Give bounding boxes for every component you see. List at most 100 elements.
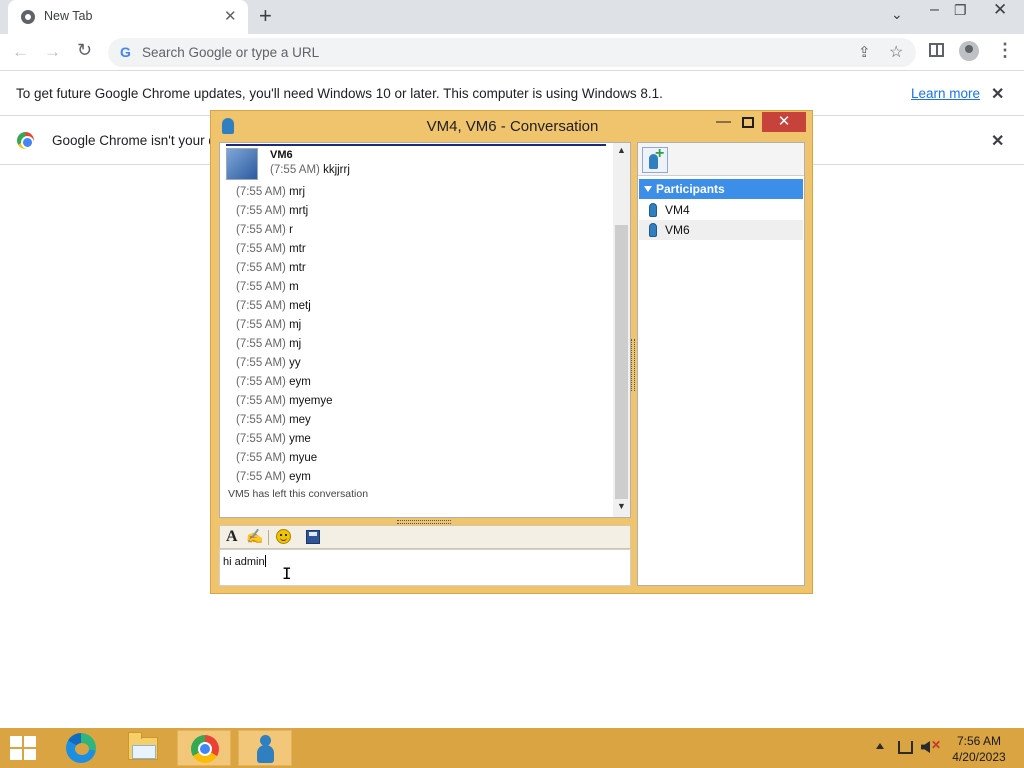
scroll-thumb[interactable] [615,225,628,499]
system-clock[interactable]: 7:56 AM 4/20/2023 [946,733,1012,765]
plus-icon: + [655,145,665,162]
message-input-text[interactable]: hi admin [223,555,266,568]
message-text: mj [289,319,302,331]
message-text: myemye [289,395,333,407]
message-text: mtr [289,243,306,255]
message-time: (7:55 AM) [270,164,320,176]
tab-search-chevron-icon[interactable]: ⌄ [891,6,903,23]
browser-close-button[interactable]: ✕ [993,0,1007,20]
edge-icon [66,733,96,763]
system-message: VM5 has left this conversation [228,488,369,500]
participants-header[interactable]: Participants [639,179,803,199]
volume-icon[interactable] [921,741,930,753]
participant-row[interactable]: VM6 [639,220,803,240]
windows-logo-pane [24,749,36,760]
taskbar-chrome[interactable] [177,730,231,766]
message-row: (7:55 AM) metj [236,299,596,318]
tab-close-icon[interactable]: ✕ [224,7,237,25]
message-time: (7:55 AM) [236,338,286,350]
forward-arrow-icon[interactable]: → [44,42,61,62]
font-color-icon[interactable]: ✍ [246,528,263,545]
message-time: (7:55 AM) [236,281,286,293]
conversation-close-button[interactable]: ✕ [762,112,806,132]
message-row: (7:55 AM) mey [236,413,596,432]
message-text: yy [289,357,301,369]
format-toolbar: A ✍ [219,525,631,549]
emoticon-icon[interactable] [276,529,291,544]
horizontal-splitter-grip[interactable] [397,520,451,524]
toolbar-separator [268,530,269,545]
learn-more-link[interactable]: Learn more [911,86,980,101]
scroll-up-arrow-icon[interactable]: ▲ [617,145,626,155]
update-infobar-text: To get future Google Chrome updates, you… [16,86,663,101]
browser-toolbar: ← → ↻ G Search Google or type a URL ⇪ ☆ [0,34,1024,71]
chat-scrollbar[interactable]: ▲ ▼ [613,143,630,517]
message-time: (7:55 AM) [236,205,286,217]
chrome-icon [191,735,219,763]
message-row: (7:55 AM) mrj [236,185,596,204]
message-text: m [289,281,299,293]
message-text: myue [289,452,318,464]
share-icon[interactable]: ⇪ [858,43,871,61]
taskbar-edge[interactable] [54,730,108,766]
message-row: (7:55 AM) eym [236,470,596,489]
message-text: mtr [289,262,306,274]
vertical-splitter-grip[interactable] [631,339,635,391]
clock-date: 4/20/2023 [952,750,1006,764]
message-text: mrtj [289,205,309,217]
clock-time: 7:56 AM [956,734,1002,748]
conversation-minimize-button[interactable]: — [716,113,731,130]
sender-avatar [226,148,258,180]
taskbar-messenger[interactable] [238,730,292,766]
tab-strip: New Tab ✕ + ⌄ – ❐ ✕ [0,0,1024,34]
message-time: (7:55 AM) [236,452,286,464]
back-arrow-icon[interactable]: ← [12,42,29,62]
chrome-logo-icon [17,132,34,149]
first-message: (7:55 AM) kkjjrrj [270,164,350,176]
sender-name: VM6 [270,149,293,161]
conversation-maximize-button[interactable] [742,117,754,128]
windows-logo-pane [10,736,22,747]
participants-toolbar: + [638,143,804,176]
scroll-down-arrow-icon[interactable]: ▼ [617,501,626,511]
message-text: eym [289,471,311,483]
reload-icon[interactable]: ↻ [77,40,92,61]
participant-row[interactable]: VM4 [639,200,803,220]
person-icon [649,203,657,217]
browser-restore-button[interactable]: ❐ [954,2,967,19]
profile-avatar-icon[interactable] [959,41,979,61]
save-icon[interactable] [306,530,320,544]
start-button[interactable] [10,736,38,760]
message-time: (7:55 AM) [236,471,286,483]
message-input[interactable]: hi admin I [219,549,631,586]
message-row: (7:55 AM) r [236,223,596,242]
browser-minimize-button[interactable]: – [930,1,939,19]
chrome-menu-icon[interactable]: ⋮ [996,40,1014,61]
default-infobar-close-icon[interactable]: ✕ [991,131,1004,151]
omnibox[interactable]: G Search Google or type a URL ⇪ ☆ [108,38,916,67]
update-infobar-close-icon[interactable]: ✕ [991,84,1004,104]
text-caret [264,555,266,567]
add-participant-button[interactable]: + [642,145,668,173]
taskbar-file-explorer[interactable] [116,730,170,766]
network-icon[interactable] [898,741,913,754]
message-time: (7:55 AM) [236,224,286,236]
message-text: yme [289,433,311,445]
message-list: (7:55 AM) mrj (7:55 AM) mrtj (7:55 AM) r (7… [236,185,596,489]
bookmark-star-icon[interactable]: ☆ [889,42,903,62]
taskbar: ✕ 7:56 AM 4/20/2023 [0,728,1024,768]
chat-header-divider [226,144,606,146]
google-g-icon: G [120,44,131,60]
tab-new-tab[interactable]: New Tab ✕ [8,0,248,34]
message-text: kkjjrrj [323,164,350,176]
message-text: mey [289,414,311,426]
chat-history-panel: VM6 (7:55 AM) kkjjrrj (7:55 AM) mrj (7:55… [219,142,631,518]
font-icon[interactable]: A [226,528,238,546]
new-tab-button[interactable]: + [259,3,272,29]
message-row: (7:55 AM) yy [236,356,596,375]
show-hidden-icons-arrow-icon[interactable] [876,743,884,749]
message-row: (7:55 AM) m [236,280,596,299]
message-row: (7:55 AM) mj [236,337,596,356]
side-panel-icon[interactable] [929,43,944,57]
message-text: mrj [289,186,306,198]
